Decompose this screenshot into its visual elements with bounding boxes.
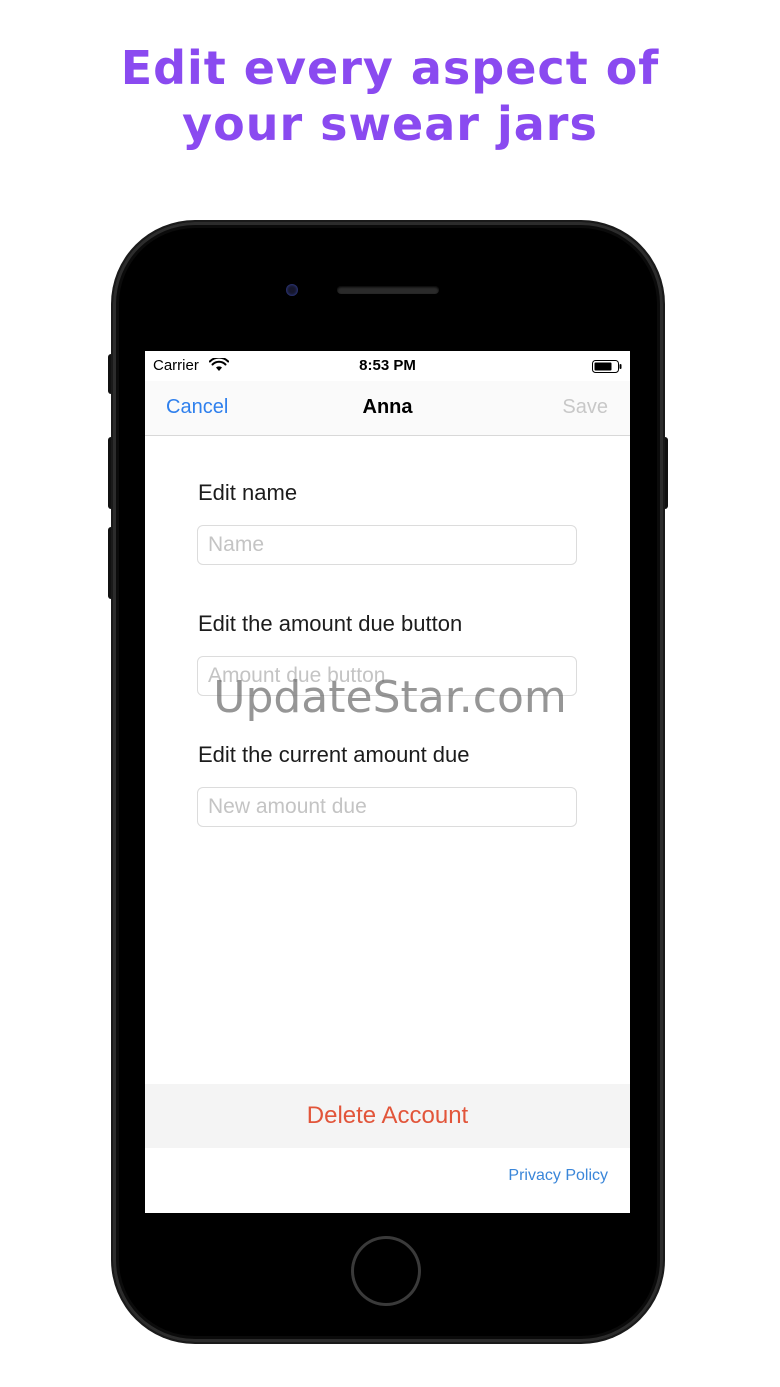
app-store-screenshot: Edit every aspect of your swear jars Car… [0, 0, 780, 1387]
edit-amount-button-label: Edit the amount due button [198, 611, 463, 636]
earpiece-speaker [337, 286, 439, 294]
headline-line-1: Edit every aspect of [120, 41, 660, 95]
privacy-policy-link[interactable]: Privacy Policy [508, 1167, 608, 1185]
status-bar: Carrier 8:53 PM [145, 351, 630, 381]
nav-title: Anna [362, 396, 413, 418]
delete-account-button[interactable]: Delete Account [145, 1084, 630, 1148]
amount-due-button-input[interactable] [197, 656, 577, 696]
battery-icon [592, 360, 622, 373]
front-camera [286, 284, 298, 296]
headline-line-2: your swear jars [182, 97, 598, 151]
home-button[interactable] [351, 1236, 421, 1306]
navigation-bar: Cancel Anna Save [145, 381, 630, 436]
promo-headline: Edit every aspect of your swear jars [0, 40, 780, 152]
save-button[interactable]: Save [562, 396, 608, 419]
name-input[interactable] [197, 525, 577, 565]
new-amount-due-input[interactable] [197, 787, 577, 827]
edit-name-label: Edit name [198, 480, 298, 505]
edit-current-due-label: Edit the current amount due [198, 742, 470, 767]
phone-screen: Carrier 8:53 PM Cancel Anna Save Edit na… [145, 351, 630, 1213]
status-time: 8:53 PM [359, 357, 416, 374]
